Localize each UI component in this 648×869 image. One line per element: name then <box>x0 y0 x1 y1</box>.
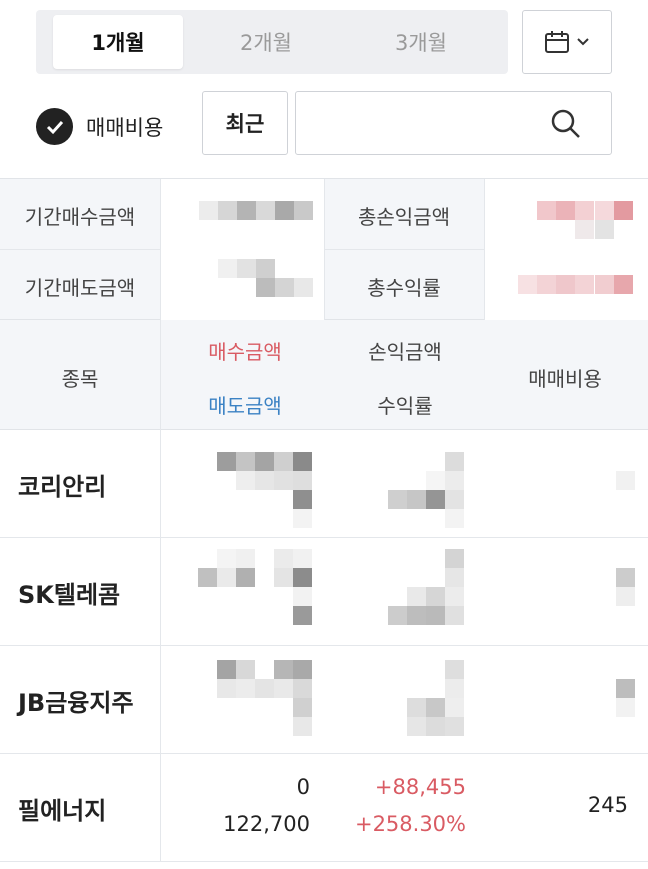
column-header-profit: 손익금액 <box>368 340 442 364</box>
return-rate: +258.30% <box>354 812 466 836</box>
divider <box>160 754 161 862</box>
profit-total-label: 총손익금액 <box>358 205 450 229</box>
buy-amount: 0 <box>296 775 310 799</box>
recent-button[interactable]: 최근 <box>202 91 288 155</box>
search-box <box>295 91 612 155</box>
fee-checkbox[interactable] <box>36 108 73 145</box>
stock-name: SK텔레콤 <box>18 580 121 609</box>
column-header-buy-amount: 매수금액 <box>208 340 282 364</box>
table-row[interactable]: JB금융지주 <box>0 646 648 754</box>
column-header-fee: 매매비용 <box>528 367 602 391</box>
chevron-down-icon <box>577 38 589 46</box>
profit-amount: +88,455 <box>374 775 466 799</box>
column-header-stock: 종목 <box>61 367 99 391</box>
stock-name: JB금융지주 <box>18 688 134 717</box>
stock-name: 필에너지 <box>18 796 107 825</box>
buy-sell-total-values <box>161 179 324 321</box>
column-header-sell-amount: 매도금액 <box>208 394 282 418</box>
stock-name: 코리안리 <box>18 472 107 501</box>
table-row[interactable]: 필에너지 0 122,700 +88,455 +258.30% 245 <box>0 754 648 862</box>
fee-checkbox-label[interactable]: 매매비용 <box>86 112 163 142</box>
profit-return-total-values <box>485 179 648 321</box>
table-row[interactable]: 코리안리 <box>0 430 648 538</box>
period-selector: 1개월 2개월 3개월 <box>36 10 508 74</box>
tab-1-month[interactable]: 1개월 <box>53 15 183 69</box>
column-header-return: 수익률 <box>377 394 433 418</box>
return-total-label: 총수익률 <box>367 276 441 300</box>
table-row[interactable]: SK텔레콤 <box>0 538 648 646</box>
sell-amount: 122,700 <box>223 812 310 836</box>
buy-total-label: 기간매수금액 <box>24 205 136 229</box>
divider <box>160 538 161 646</box>
period-summary: 기간매수금액 기간매도금액 총손익금액 총수익률 <box>0 178 648 321</box>
divider <box>160 320 161 430</box>
tab-2-months[interactable]: 2개월 <box>201 15 331 69</box>
check-icon <box>46 120 63 134</box>
tab-3-months[interactable]: 3개월 <box>356 15 486 69</box>
sell-total-label: 기간매도금액 <box>24 276 136 300</box>
search-icon[interactable] <box>550 108 582 140</box>
calendar-icon <box>545 31 569 53</box>
date-range-button[interactable] <box>522 10 612 74</box>
search-input[interactable] <box>306 102 536 144</box>
divider <box>160 430 161 538</box>
divider <box>160 646 161 754</box>
table-header: 종목 매수금액 매도금액 손익금액 수익률 매매비용 <box>0 320 648 430</box>
fee-amount: 245 <box>587 793 628 817</box>
